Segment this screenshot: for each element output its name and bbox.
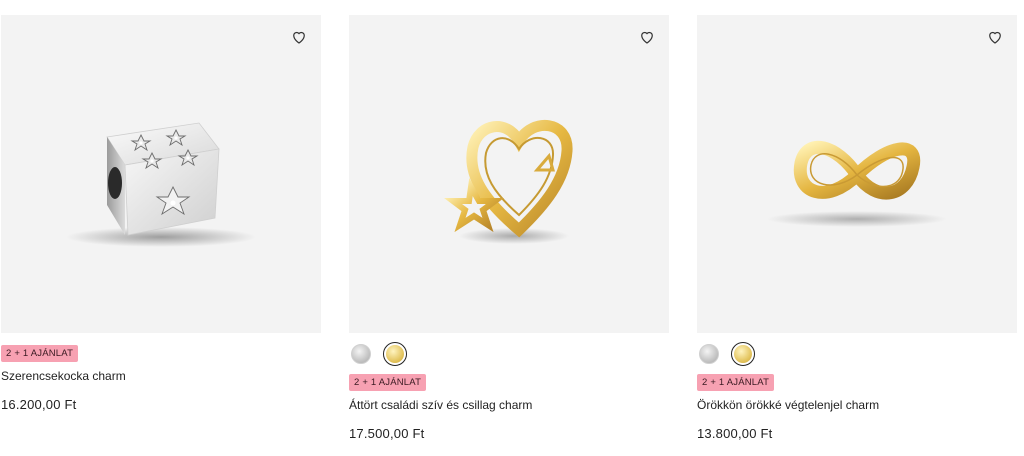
wishlist-heart-icon[interactable] [986,28,1004,46]
gold-swatch-selected[interactable] [383,342,407,366]
product-card[interactable]: 2 + 1 AJÁNLAT Áttört családi szív és csi… [349,15,669,441]
wishlist-heart-icon[interactable] [290,28,308,46]
product-image-container[interactable] [1,15,321,333]
product-image-container[interactable] [697,15,1017,333]
gold-heart-star-charm-image [444,120,573,244]
product-name[interactable]: Szerencsekocka charm [1,369,321,383]
offer-badge: 2 + 1 AJÁNLAT [697,374,775,391]
color-swatches [699,342,1017,368]
product-price: 17.500,00 Ft [349,426,425,441]
offer-badge: 2 + 1 AJÁNLAT [1,345,79,362]
product-name[interactable]: Áttört családi szív és csillag charm [349,398,669,412]
color-swatches [351,342,669,368]
product-card[interactable]: 2 + 1 AJÁNLAT Szerencsekocka charm 16.20… [1,15,321,412]
offer-badge: 2 + 1 AJÁNLAT [349,374,427,391]
product-price: 13.800,00 Ft [697,426,773,441]
silver-swatch[interactable] [351,344,371,364]
silver-dice-charm-image [66,122,256,247]
wishlist-heart-icon[interactable] [638,28,656,46]
gold-swatch-selected[interactable] [731,342,755,366]
gold-infinity-charm-image [767,140,947,227]
product-name[interactable]: Örökkön örökké végtelenjel charm [697,398,1017,412]
product-price: 16.200,00 Ft [1,397,77,412]
product-card[interactable]: 2 + 1 AJÁNLAT Örökkön örökké végtelenjel… [697,15,1017,441]
silver-swatch[interactable] [699,344,719,364]
product-image-container[interactable] [349,15,669,333]
